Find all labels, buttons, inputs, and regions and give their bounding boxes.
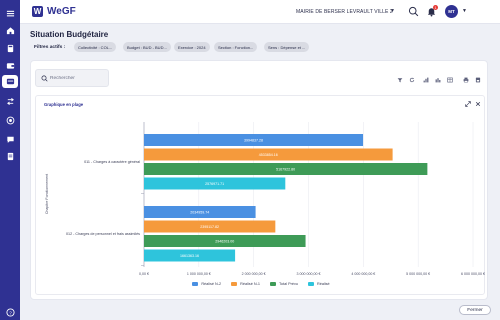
bar-value-label: 2576971.71: [205, 182, 224, 186]
transfer-icon[interactable]: [4, 95, 16, 107]
legend-label: Réalisé N-2: [201, 282, 222, 286]
table-icon[interactable]: [445, 75, 454, 84]
export-icon[interactable]: [473, 75, 482, 84]
chart-legend: Réalisé N-2 Réalisé N-1 Total Prévu Réal…: [36, 282, 486, 286]
filter-chip-section[interactable]: Section : Fonction...: [214, 42, 258, 52]
filter-chip-exercice[interactable]: Exercice : 2024: [174, 42, 210, 52]
chevron-down-icon[interactable]: ▼: [462, 8, 467, 14]
budget-icon[interactable]: [2, 75, 18, 88]
y-axis-title: Chapitre Fonctionnement: [45, 174, 49, 214]
x-tick-label: 2 000 000,00 €: [242, 272, 266, 276]
x-tick-label: 3 000 000,00 €: [297, 272, 321, 276]
svg-text:?: ?: [9, 310, 12, 315]
top-header: W WeGF MAIRIE DE BERSER LEVRAULT VILLE 2…: [20, 0, 500, 24]
notification-badge: 1: [433, 5, 438, 10]
bar-value-label: 2395117.82: [200, 225, 219, 229]
chevron-down-icon[interactable]: ▼: [390, 8, 395, 14]
x-tick-label: 1 000 000,00 €: [187, 272, 211, 276]
category-label: 012 - Charges de personnel et frais assi…: [66, 232, 140, 236]
legend-item[interactable]: Réalisé N-1: [231, 282, 260, 286]
menu-icon[interactable]: [4, 7, 16, 19]
filter-chip-collectivite[interactable]: Collectivité : COL...: [74, 42, 117, 52]
close-button[interactable]: Fermer: [459, 305, 491, 315]
target-icon[interactable]: [4, 114, 16, 126]
chart-card: Graphique en plage 0,00 €1 000 000,00 €2…: [30, 60, 488, 300]
filter-chip-budget[interactable]: Budget : BUD - BUD...: [123, 42, 171, 52]
collectivity-selector[interactable]: MAIRIE DE BERSER LEVRAULT VILLE 2: [296, 9, 393, 15]
legend-label: Total Prévu: [279, 282, 298, 286]
x-tick-label: 6 000 000,00 €: [461, 272, 485, 276]
x-tick-label: 5 000 000,00 €: [406, 272, 430, 276]
chat-icon[interactable]: [4, 133, 16, 145]
avatar[interactable]: MT: [445, 5, 458, 18]
search-icon[interactable]: [408, 6, 419, 17]
filter-chip-sens[interactable]: Sens : Dépense et ...: [264, 42, 310, 52]
search-box: [35, 69, 109, 87]
legend-swatch: [192, 282, 199, 286]
refresh-icon[interactable]: [407, 75, 416, 84]
print-icon[interactable]: [461, 75, 470, 84]
bar-value-label: 5167922.80: [276, 167, 295, 171]
legend-item[interactable]: Réalisé: [308, 282, 330, 286]
filter-icon[interactable]: [395, 75, 404, 84]
legend-label: Réalisé N-1: [240, 282, 260, 286]
legend-item[interactable]: Total Prévu: [270, 282, 298, 286]
home-icon[interactable]: [4, 24, 16, 36]
x-tick-label: 0,00 €: [139, 272, 149, 276]
wallet-icon[interactable]: [4, 59, 16, 71]
bar-chart-icon[interactable]: [421, 75, 430, 84]
sidebar: ?: [0, 0, 20, 320]
logo-text: WeGF: [47, 6, 76, 17]
search-input[interactable]: [50, 72, 106, 84]
chart-panel: Graphique en plage 0,00 €1 000 000,00 €2…: [35, 95, 485, 295]
bar-value-label: 1661363.16: [180, 254, 199, 258]
category-label: 011 - Charges à caractère général: [84, 160, 140, 164]
legend-swatch: [231, 282, 238, 286]
legend-item[interactable]: Réalisé N-2: [192, 282, 221, 286]
filters-label: Filtres actifs :: [34, 45, 66, 50]
document-icon[interactable]: [4, 150, 16, 162]
calculator-icon[interactable]: [4, 42, 16, 54]
search-icon: [41, 75, 48, 82]
help-icon[interactable]: ?: [4, 306, 16, 318]
column-chart-icon[interactable]: [433, 75, 442, 84]
bar-value-label: 2034959.74: [190, 210, 209, 214]
bar-value-label: 4533854.16: [259, 153, 278, 157]
bar-chart: 0,00 € 1 000 000,00 € 2 000 000,00 € 3 000 …: [45, 122, 485, 276]
page-title: Situation Budgétaire: [30, 30, 109, 39]
bar-value-label: 2946203.00: [215, 239, 234, 243]
legend-swatch: [270, 282, 276, 286]
legend-label: Réalisé: [317, 282, 330, 286]
x-tick-label: 4 000 000,00 €: [351, 272, 375, 276]
bar-value-label: 3994837.28: [244, 138, 263, 142]
logo-mark: W: [32, 6, 43, 17]
legend-swatch: [308, 282, 314, 286]
